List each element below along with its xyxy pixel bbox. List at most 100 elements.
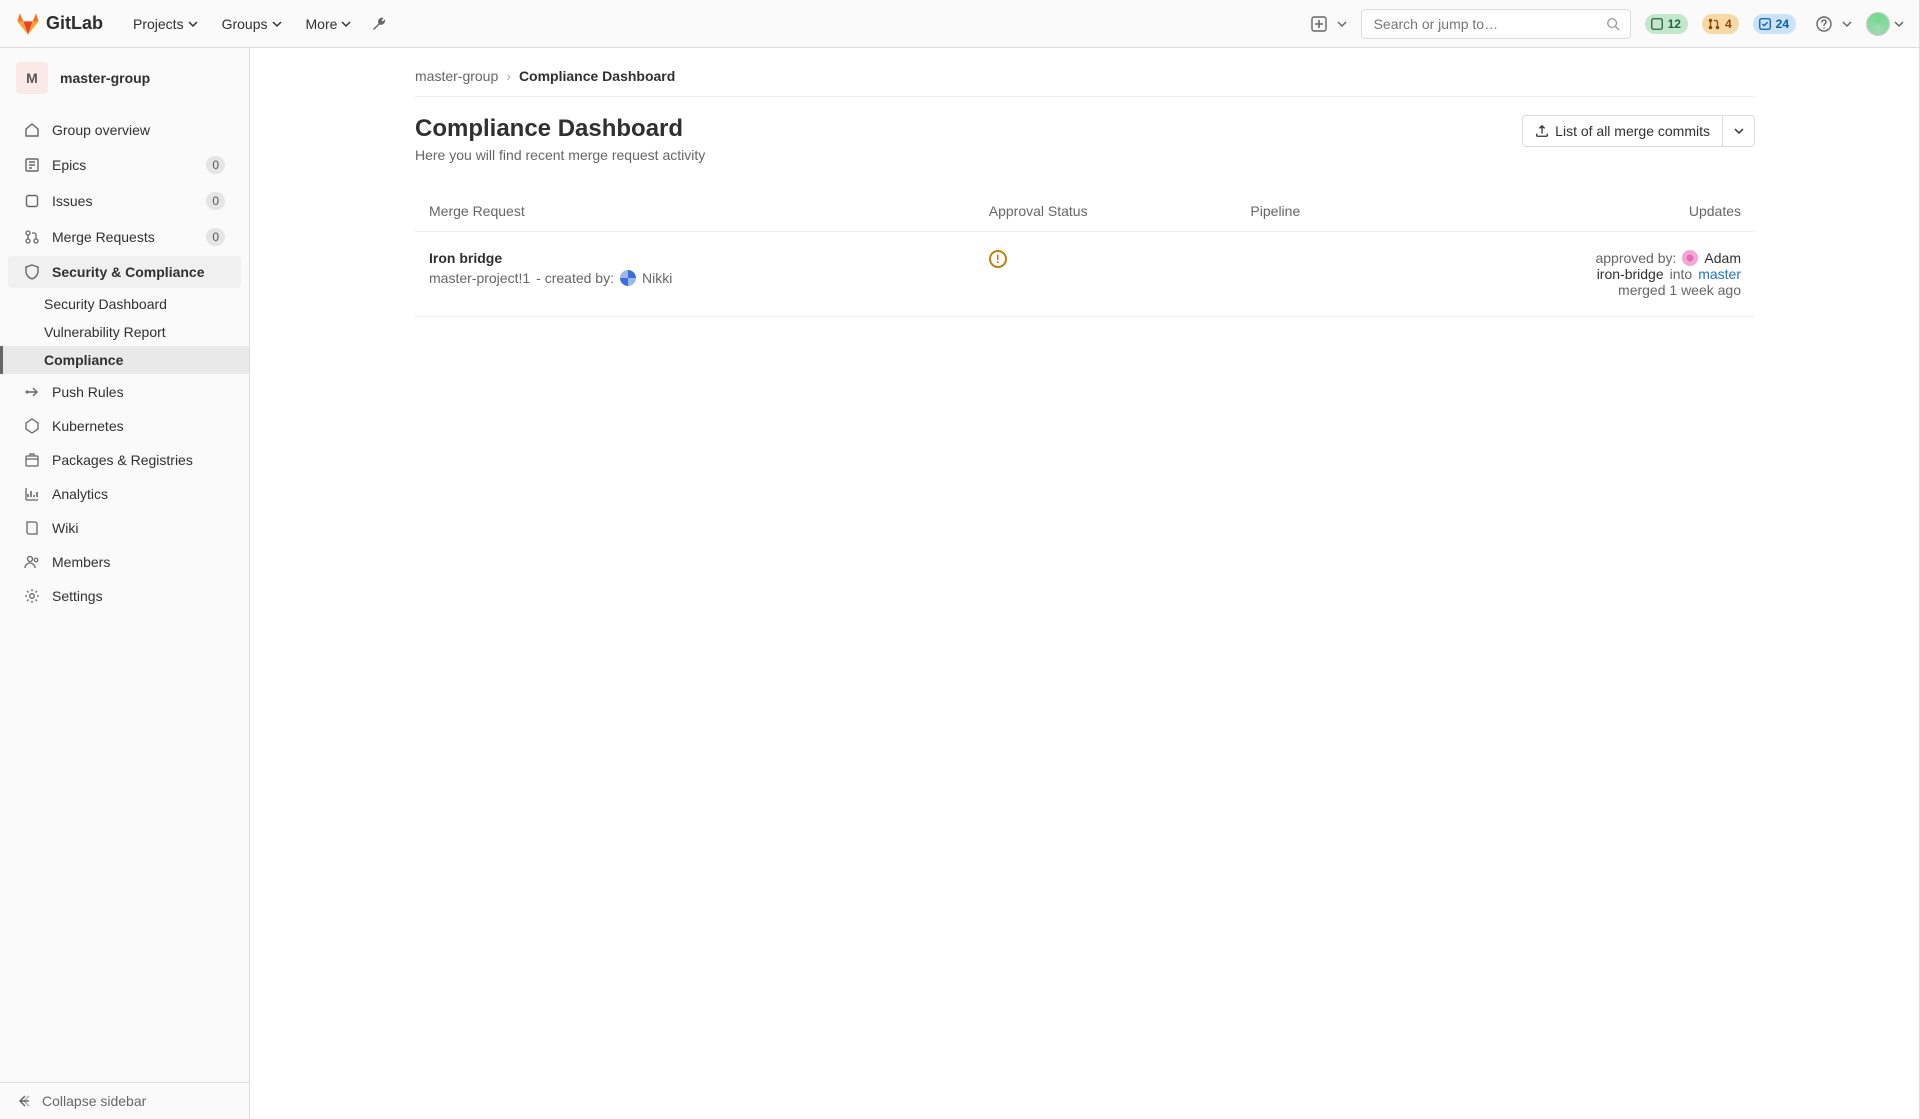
primary-nav: Projects Groups More bbox=[123, 10, 393, 38]
export-button-group: List of all merge commits bbox=[1522, 115, 1755, 147]
sidebar-item-label: Members bbox=[52, 554, 225, 570]
sidebar-item-wiki[interactable]: Wiki bbox=[8, 512, 241, 544]
pipeline-cell bbox=[1236, 232, 1397, 317]
sidebar-item-label: Merge Requests bbox=[52, 229, 194, 245]
top-nav: GitLab Projects Groups More 12 bbox=[0, 0, 1920, 48]
approver-name[interactable]: Adam bbox=[1704, 250, 1741, 266]
global-search[interactable] bbox=[1361, 9, 1631, 39]
todo-icon bbox=[1758, 17, 1772, 31]
nav-projects[interactable]: Projects bbox=[123, 10, 208, 38]
main-content: master-group › Compliance Dashboard Comp… bbox=[250, 48, 1920, 1119]
sidebar-item-label: Packages & Registries bbox=[52, 452, 225, 468]
search-input[interactable] bbox=[1372, 15, 1606, 33]
sidebar-subnav-security: Security Dashboard Vulnerability Report … bbox=[0, 290, 249, 374]
breadcrumb-sep: › bbox=[506, 68, 511, 84]
brand-text: GitLab bbox=[46, 13, 103, 34]
collapse-sidebar[interactable]: Collapse sidebar bbox=[0, 1082, 249, 1119]
sidebar-item-label: Epics bbox=[52, 157, 194, 173]
sidebar-item-issues[interactable]: Issues 0 bbox=[8, 184, 241, 218]
author-avatar bbox=[620, 270, 636, 286]
nav-groups-label: Groups bbox=[222, 16, 268, 32]
mr-author[interactable]: Nikki bbox=[642, 270, 672, 286]
sidebar-item-label: Analytics bbox=[52, 486, 225, 502]
chevron-down-icon bbox=[341, 19, 351, 29]
page-header: Compliance Dashboard Here you will find … bbox=[415, 115, 1755, 163]
sidebar-item-label: Push Rules bbox=[52, 384, 225, 400]
issues-counter[interactable]: 12 bbox=[1645, 14, 1688, 34]
sidebar-item-label: Group overview bbox=[52, 122, 225, 138]
sidebar-item-security[interactable]: Security & Compliance bbox=[8, 256, 241, 288]
sidebar-sub-label: Security Dashboard bbox=[44, 296, 233, 312]
approved-by-prefix: approved by: bbox=[1595, 250, 1676, 266]
sidebar: M master-group Group overview Epics 0 Is… bbox=[0, 48, 250, 1119]
question-icon bbox=[1816, 16, 1832, 32]
sidebar-sub-compliance[interactable]: Compliance bbox=[0, 346, 249, 374]
sidebar-item-packages[interactable]: Packages & Registries bbox=[8, 444, 241, 476]
export-dropdown-toggle[interactable] bbox=[1723, 115, 1755, 147]
epic-icon bbox=[24, 157, 40, 173]
plus-square-icon bbox=[1311, 16, 1327, 32]
gear-icon bbox=[24, 588, 40, 604]
sidebar-context[interactable]: M master-group bbox=[0, 48, 249, 108]
chevron-down-icon bbox=[188, 19, 198, 29]
count-badge: 0 bbox=[206, 228, 225, 246]
nav-right: 12 4 24 bbox=[1305, 9, 1904, 39]
sidebar-item-label: Wiki bbox=[52, 520, 225, 536]
book-icon bbox=[24, 520, 40, 536]
help-menu[interactable] bbox=[1810, 10, 1838, 38]
chevron-down-icon bbox=[1337, 19, 1347, 29]
mr-title: Iron bridge bbox=[429, 250, 961, 266]
page-title: Compliance Dashboard bbox=[415, 115, 705, 143]
sidebar-item-kubernetes[interactable]: Kubernetes bbox=[8, 410, 241, 442]
count-badge: 0 bbox=[206, 156, 225, 174]
table-row[interactable]: Iron bridge master-project!1 - created b… bbox=[415, 232, 1755, 317]
sidebar-item-push-rules[interactable]: Push Rules bbox=[8, 376, 241, 408]
wrench-icon bbox=[371, 16, 387, 32]
branch-dst[interactable]: master bbox=[1698, 266, 1741, 282]
mr-counter[interactable]: 4 bbox=[1702, 14, 1739, 34]
tanuki-icon bbox=[16, 12, 40, 36]
sidebar-item-merge-requests[interactable]: Merge Requests 0 bbox=[8, 220, 241, 254]
chevron-down-icon bbox=[1894, 19, 1904, 29]
approval-warning-icon[interactable]: ! bbox=[989, 250, 1007, 268]
breadcrumb: master-group › Compliance Dashboard bbox=[415, 64, 1755, 97]
sidebar-item-overview[interactable]: Group overview bbox=[8, 114, 241, 146]
sidebar-item-label: Security & Compliance bbox=[52, 264, 225, 280]
user-avatar[interactable] bbox=[1866, 12, 1890, 36]
sidebar-item-members[interactable]: Members bbox=[8, 546, 241, 578]
home-icon bbox=[24, 122, 40, 138]
shield-icon bbox=[24, 264, 40, 280]
search-icon bbox=[1606, 17, 1620, 31]
nav-groups[interactable]: Groups bbox=[212, 10, 292, 38]
todos-count: 24 bbox=[1776, 17, 1789, 31]
sidebar-item-analytics[interactable]: Analytics bbox=[8, 478, 241, 510]
gitlab-logo[interactable]: GitLab bbox=[16, 12, 103, 36]
group-avatar: M bbox=[16, 62, 48, 94]
members-icon bbox=[24, 554, 40, 570]
breadcrumb-root[interactable]: master-group bbox=[415, 68, 498, 84]
sidebar-item-epics[interactable]: Epics 0 bbox=[8, 148, 241, 182]
count-badge: 0 bbox=[206, 192, 225, 210]
export-commits-button[interactable]: List of all merge commits bbox=[1522, 115, 1723, 147]
chart-icon bbox=[24, 486, 40, 502]
new-dropdown[interactable] bbox=[1305, 10, 1333, 38]
admin-wrench-button[interactable] bbox=[365, 10, 393, 38]
todos-counter[interactable]: 24 bbox=[1753, 14, 1796, 34]
chevron-down-icon bbox=[1734, 126, 1744, 136]
group-name: master-group bbox=[60, 70, 150, 86]
col-pipeline: Pipeline bbox=[1236, 191, 1397, 232]
collapse-icon bbox=[16, 1093, 32, 1109]
sidebar-item-label: Settings bbox=[52, 588, 225, 604]
nav-projects-label: Projects bbox=[133, 16, 184, 32]
sidebar-sub-vulnerability-report[interactable]: Vulnerability Report bbox=[28, 318, 249, 346]
col-updates: Updates bbox=[1397, 191, 1755, 232]
sidebar-item-settings[interactable]: Settings bbox=[8, 580, 241, 612]
nav-more-label: More bbox=[306, 16, 338, 32]
nav-more[interactable]: More bbox=[296, 10, 362, 38]
sidebar-sub-security-dashboard[interactable]: Security Dashboard bbox=[28, 290, 249, 318]
issues-count: 12 bbox=[1668, 17, 1681, 31]
chevron-down-icon bbox=[272, 19, 282, 29]
export-icon bbox=[1535, 124, 1549, 138]
mr-created-by-prefix: - created by: bbox=[536, 270, 614, 286]
issues-icon bbox=[24, 193, 40, 209]
